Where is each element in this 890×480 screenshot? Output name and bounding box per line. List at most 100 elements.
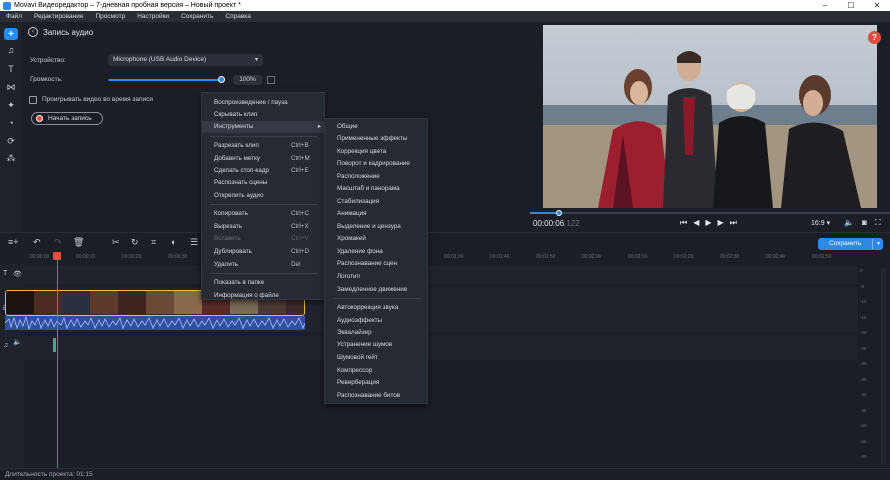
step-back-icon[interactable]: ◀ [693, 218, 699, 228]
delete-icon[interactable]: 🗑 [73, 237, 84, 248]
ruler-tick-label: 00:02:10 [628, 254, 648, 260]
music-icon[interactable]: ♫ [4, 44, 18, 56]
context-menu-item[interactable]: Добавить метку Ctrl+M [202, 153, 326, 165]
context-menu-item-label: Распознать сцены [214, 179, 268, 186]
chevron-down-icon[interactable]: ▾ [877, 238, 880, 250]
more-tools-icon[interactable]: ⁂ [4, 152, 18, 164]
context-menu-shortcut: Ctrl+V [291, 235, 309, 242]
menu-save[interactable]: Сохранить [175, 11, 219, 22]
tools-submenu-item[interactable]: Замедленное движение [325, 284, 429, 296]
tools-submenu-item[interactable]: Устранение шумов [325, 339, 429, 351]
eye-icon[interactable]: 👁 [13, 270, 22, 278]
rotate-icon[interactable]: ↻ [131, 237, 139, 248]
menu-help[interactable]: Справка [219, 11, 257, 22]
volume-slider[interactable] [108, 79, 223, 81]
add-files-icon[interactable]: + [4, 28, 18, 40]
tools-submenu-item[interactable]: Распознавание битов [325, 390, 429, 402]
tools-submenu-item[interactable]: Логотип [325, 271, 429, 283]
color-icon[interactable]: ◐ [171, 237, 176, 247]
context-menu-item[interactable]: Вырезать Ctrl+X [202, 221, 326, 233]
context-menu-item[interactable]: Распознать сцены [202, 177, 326, 189]
context-menu-item[interactable]: Разрезать клип Ctrl+B [202, 140, 326, 152]
timeline-ruler[interactable]: 00:00:0000:00:1000:00:2000:00:3000:00:40… [0, 252, 890, 264]
play-video-checkbox[interactable] [29, 96, 37, 104]
fullscreen-icon[interactable]: ⛶ [875, 218, 881, 228]
step-forward-icon[interactable]: ▶ [718, 218, 724, 228]
add-track-icon[interactable]: ≡+ [8, 237, 19, 247]
context-menu-item[interactable]: Инструменты ▸ [202, 121, 326, 133]
aspect-ratio-select[interactable]: 16:9 ▾ [811, 219, 830, 227]
menu-file[interactable]: Файл [0, 11, 28, 22]
play-icon[interactable]: ▶ [705, 218, 711, 228]
tools-submenu-item[interactable]: Автокоррекция звука [325, 302, 429, 314]
menu-view[interactable]: Просмотр [90, 11, 132, 22]
redo-icon[interactable]: ↷ [54, 237, 62, 248]
clip-audio-waveform[interactable] [5, 316, 305, 330]
crop-icon[interactable]: ⌗ [151, 237, 156, 248]
tools-submenu-item[interactable]: Аудиоэффекты [325, 315, 429, 327]
menu-settings[interactable]: Настройки [131, 11, 175, 22]
back-arrow-icon[interactable]: ‹ [28, 27, 38, 37]
context-menu-item[interactable]: Вставить Ctrl+V [202, 233, 326, 245]
mute-icon[interactable]: 🔈 [13, 338, 22, 346]
maximize-icon[interactable]: ☐ [838, 0, 864, 11]
text-icon[interactable]: T [4, 63, 18, 75]
undo-icon[interactable]: ↶ [33, 237, 41, 248]
tools-submenu-item[interactable]: Коррекция цвета [325, 146, 429, 158]
tools-submenu-item[interactable]: Компрессор [325, 365, 429, 377]
project-length: Длительность проекта: 01:15 [5, 471, 93, 478]
tools-submenu-item[interactable]: Шумовой гейт [325, 352, 429, 364]
properties-icon[interactable]: ☰ [190, 237, 198, 248]
playhead[interactable] [57, 252, 58, 468]
tools-submenu-item[interactable]: Реверберация [325, 377, 429, 389]
tools-submenu-item[interactable]: Примененные эффекты [325, 133, 429, 145]
volume-value[interactable]: 100% [233, 75, 262, 85]
effects-icon[interactable]: ✦ [4, 99, 18, 111]
context-menu-item[interactable]: Дублировать Ctrl+D [202, 246, 326, 258]
context-menu-item[interactable]: Скрывать клип [202, 109, 326, 121]
clip-thumbnail [146, 291, 174, 314]
ruler-tick-label: 00:02:50 [812, 254, 832, 260]
audio-track[interactable] [24, 336, 858, 360]
tools-submenu-item[interactable]: Расположение [325, 171, 429, 183]
tools-submenu-item[interactable]: Поворот и кадрирование [325, 158, 429, 170]
volume-icon[interactable]: 🔈 [844, 218, 854, 228]
minimize-icon[interactable]: – [812, 0, 838, 11]
filters-icon[interactable]: ◔ [4, 117, 18, 129]
device-select[interactable]: Microphone (USB Audio Device) ▾ [108, 54, 263, 66]
context-menu-item[interactable]: Воспроизведение / пауза [202, 97, 326, 109]
tools-submenu-item[interactable]: Распознавание сцен [325, 258, 429, 270]
close-icon[interactable]: ✕ [864, 0, 890, 11]
context-menu-item[interactable]: Удалить Del [202, 259, 326, 271]
record-icon[interactable]: ⟳ [4, 135, 18, 147]
skip-end-icon[interactable]: ⏭ [730, 218, 737, 228]
timeline-toolbar: ≡+ ↶ ↷ 🗑 ✂ ↻ ⌗ ◐ ☰ Сохранить ▾ [0, 232, 890, 252]
tools-submenu-item[interactable]: Выделение и цензура [325, 221, 429, 233]
menu-edit[interactable]: Редактирование [28, 11, 90, 22]
tools-submenu-item[interactable]: Хромакей [325, 233, 429, 245]
skip-start-icon[interactable]: ⏮ [680, 218, 687, 228]
tools-submenu-item[interactable]: Масштаб и панорама [325, 183, 429, 195]
tools-submenu-item[interactable]: Стабилизация [325, 196, 429, 208]
save-button[interactable]: Сохранить ▾ [818, 238, 883, 250]
context-menu-item[interactable]: Сделать стоп-кадр Ctrl+E [202, 165, 326, 177]
context-menu-item[interactable]: Открепить аудио [202, 190, 326, 202]
cut-icon[interactable]: ✂ [112, 237, 120, 248]
context-menu-item[interactable]: Информация о файле [202, 290, 326, 302]
audio-clip-marker[interactable] [53, 338, 56, 352]
help-button[interactable]: ? [868, 31, 881, 44]
preview-seek-bar[interactable] [530, 210, 890, 216]
start-recording-button[interactable]: Начать запись [31, 112, 103, 125]
transitions-icon[interactable]: ⋈ [4, 81, 18, 93]
context-menu-item[interactable]: Копировать Ctrl+C [202, 208, 326, 220]
context-menu-item[interactable]: Показать в папке [202, 277, 326, 289]
seek-handle[interactable] [556, 210, 562, 216]
tools-submenu-item[interactable]: Общие [325, 121, 429, 133]
volume-slider-handle[interactable] [218, 76, 225, 83]
tools-submenu-item[interactable]: Эквалайзер [325, 327, 429, 339]
timecode-frac: .122 [564, 219, 580, 228]
tools-submenu-item[interactable]: Удаление фона [325, 246, 429, 258]
tools-submenu-item[interactable]: Анимация [325, 208, 429, 220]
text-track[interactable] [24, 266, 858, 284]
snapshot-icon[interactable]: ◙ [862, 218, 867, 228]
